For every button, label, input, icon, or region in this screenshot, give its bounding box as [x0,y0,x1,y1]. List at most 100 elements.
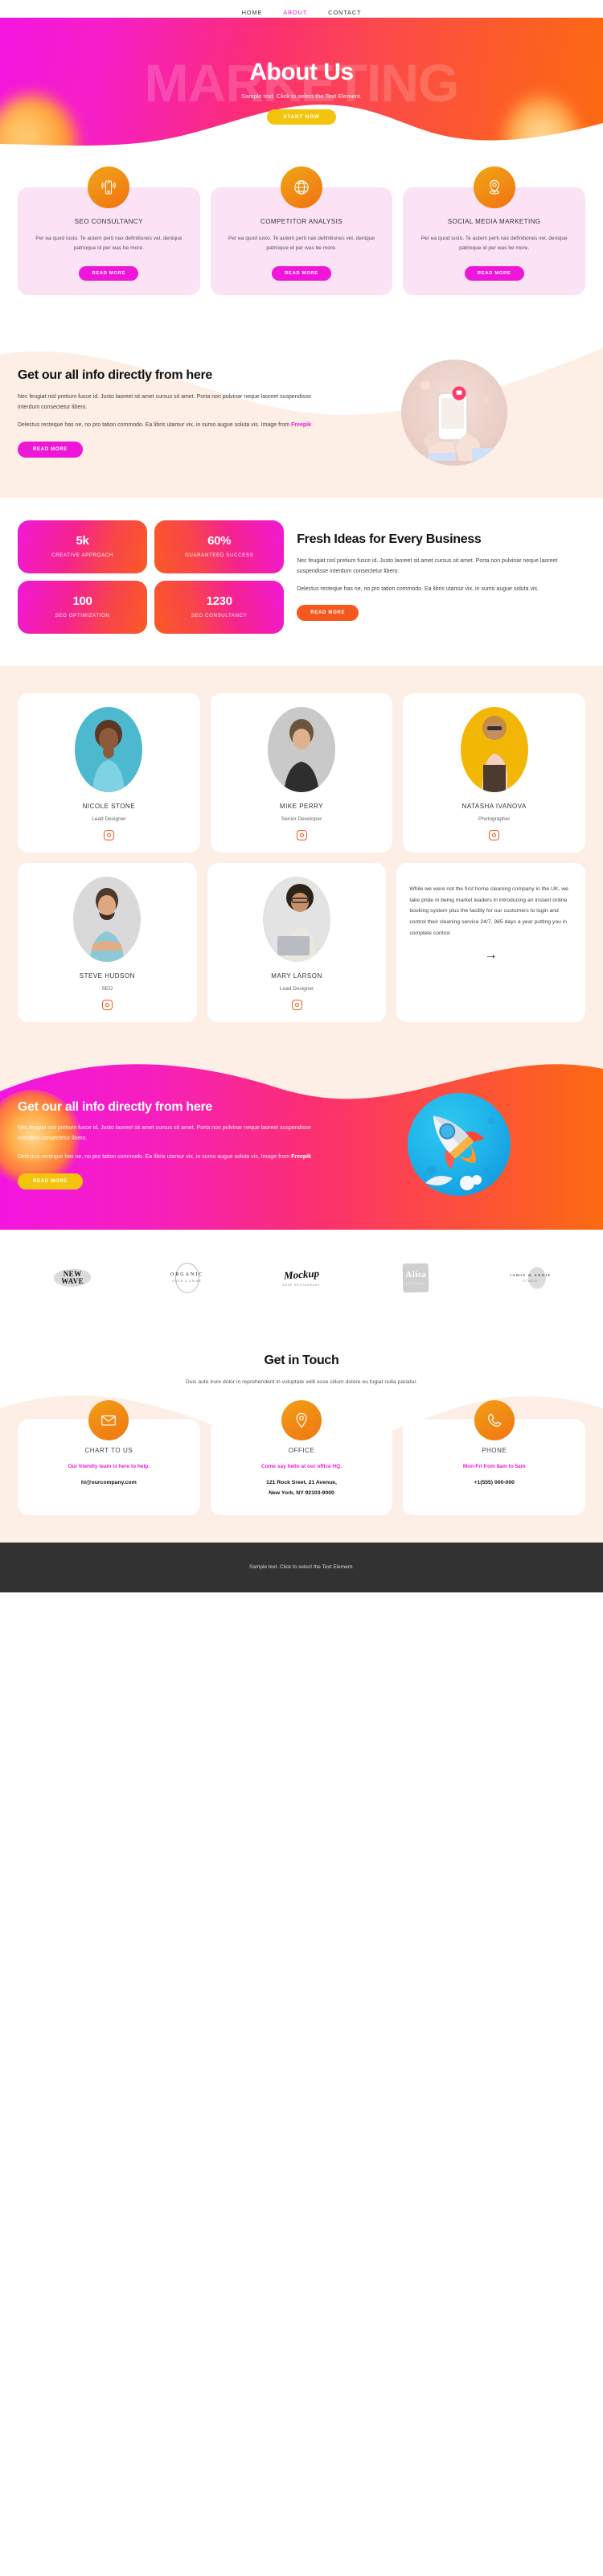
landing-page: HOME ABOUT CONTACT MARKETING About Us Sa… [0,0,603,1592]
info-paragraph-2: Delectus recteque has ne, no pro tation … [18,421,314,431]
stat-label: SEO CONSULTANCY [191,612,248,618]
hand-holding-smartphone-illustration [400,359,507,466]
nav-item-contact[interactable]: CONTACT [328,9,361,16]
rocket-illustration [408,1092,511,1196]
mobile-signal-icon [88,166,130,208]
team-row: NICOLE STONE Lead Designer MIKE PERRY Se… [18,692,586,853]
testimonial-text: While we were not the first home cleanin… [409,885,568,937]
avatar [75,706,143,792]
page-footer: Sample text. Click to select the Text El… [0,1542,603,1592]
team-member-name: STEVE HUDSON [79,972,135,980]
map-pin-icon [281,1400,322,1441]
contact-card-value[interactable]: hi@ourcompany.com [26,1478,192,1489]
freepik-link[interactable]: Freepik [291,422,311,428]
team-row: STEVE HUDSON SEO MARY LARSON Lead Design… [18,862,586,1022]
logo-line-1: Mockup [283,1267,320,1282]
logo-line-1: JAMIE & ANNIE [510,1272,552,1277]
start-now-button[interactable]: START NOW [267,109,336,125]
service-title: COMPETITOR ANALYSIS [260,218,343,225]
partner-logo: Mockup BAKE RESTAURANT [247,1262,356,1294]
instagram-icon[interactable] [103,829,114,840]
instagram-icon[interactable] [296,829,307,840]
service-card[interactable]: SOCIAL MEDIA MARKETING Per ea quod iusto… [403,166,586,296]
instagram-icon[interactable] [291,999,302,1010]
avatar [263,876,330,962]
service-body: Per ea quod iusto. Te autem perti nax de… [35,236,183,252]
cta-read-more-button[interactable]: READ MORE [18,1173,83,1189]
team-member-card[interactable]: STEVE HUDSON SEO [18,862,197,1022]
stat-card: 1230 SEO CONSULTANCY [154,580,285,634]
team-member-card[interactable]: MIKE PERRY Senior Developer [210,692,393,853]
contact-card-value: 121 Rock Sreet, 21 Avenue, New York, NY … [266,1480,337,1497]
team-member-card[interactable]: NICOLE STONE Lead Designer [18,692,200,853]
avatar [73,876,142,962]
read-more-button[interactable]: READ MORE [79,266,139,281]
team-member-role: Lead Designer [279,985,314,992]
logo-line-1: Alisa [405,1269,427,1280]
main-navigation: HOME ABOUT CONTACT [0,0,603,18]
stat-card: 5k CREATIVE APPROACH [18,520,148,573]
contact-card: OFFICE Come say hello at our office HQ. … [210,1400,393,1515]
read-more-button[interactable]: READ MORE [272,266,331,281]
team-member-card[interactable]: MARY LARSON Lead Designer [207,862,387,1022]
envelope-icon [88,1400,129,1441]
stat-number: 60% [207,534,232,548]
service-card[interactable]: SEO CONSULTANCY Per ea quod iusto. Te au… [18,166,200,296]
team-member-card[interactable]: NATASHA IVANOVA Photographer [403,692,586,853]
logo-line-1: ORGANIC [170,1272,204,1278]
footer-text: Sample text. Click to select the Text El… [249,1564,354,1571]
contact-card-title: CHART TO US [84,1447,133,1455]
stats-paragraph-1: Nec feugiat nisl pretium fusce id. Justo… [297,557,558,574]
contact-heading: Get in Touch [264,1353,339,1367]
logo-sub: BAKE RESTAURANT [282,1284,321,1288]
testimonial-card: While we were not the first home cleanin… [396,862,586,1022]
service-title: SOCIAL MEDIA MARKETING [447,218,541,225]
cta-paragraph-2-text: Delectus recteque has ne, no pro tation … [18,1153,292,1160]
arrow-right-icon[interactable]: → [409,949,572,962]
stat-label: CREATIVE APPROACH [51,553,113,559]
stats-section: 5k CREATIVE APPROACH 60% GUARANTEED SUCC… [0,498,603,666]
avatar [268,706,335,792]
stats-heading: Fresh Ideas for Every Business [297,532,482,547]
read-more-button[interactable]: READ MORE [464,266,524,281]
logo-line-2: WAVE [61,1276,84,1285]
contact-card-title: OFFICE [288,1447,315,1455]
team-member-name: NICOLE STONE [82,802,136,810]
services-section: SEO CONSULTANCY Per ea quod iusto. Te au… [0,150,603,331]
stats-grid: 5k CREATIVE APPROACH 60% GUARANTEED SUCC… [18,520,285,634]
contact-card-tagline: Come say hello at our office HQ. [260,1464,343,1470]
stat-card: 60% GUARANTEED SUCCESS [154,520,285,573]
team-member-name: MIKE PERRY [279,802,324,810]
cta-section: Get our all info directly from here Nec … [0,1054,603,1230]
service-body: Per ea quod iusto. Te autem perti nax de… [228,236,375,252]
hero-section: MARKETING About Us Sample text. Click to… [0,18,603,150]
stats-paragraph-2: Delectus recteque has ne, no pro tation … [297,586,539,593]
logo-sub: STUDIO [523,1279,539,1283]
stat-label: SEO OPTIMIZATION [55,612,110,618]
info-read-more-button[interactable]: READ MORE [18,442,83,458]
freepik-link[interactable]: Freepik [291,1154,311,1160]
logo-sub: BOUTIQUE [405,1281,427,1285]
stat-number: 5k [76,534,89,548]
nav-item-about[interactable]: ABOUT [283,9,307,16]
nav-item-home[interactable]: HOME [242,9,263,16]
avatar [460,706,528,792]
team-member-name: MARY LARSON [271,972,322,980]
instagram-icon[interactable] [489,829,500,840]
stats-read-more-button[interactable]: READ MORE [297,605,359,622]
team-member-name: NATASHA IVANOVA [461,802,527,810]
partner-logo: Alisa BOUTIQUE [361,1262,470,1294]
hero-subtitle: Sample text. Click to select the Text El… [241,92,362,100]
service-card[interactable]: COMPETITOR ANALYSIS Per ea quod iusto. T… [210,166,393,296]
stat-card: 100 SEO OPTIMIZATION [18,580,148,634]
team-section: NICOLE STONE Lead Designer MIKE PERRY Se… [0,665,603,1054]
contact-card-value[interactable]: +1(555) 000-000 [411,1478,577,1489]
contact-card-tagline: Mon-Fri from 8am to 5am [462,1464,526,1470]
stat-label: GUARANTEED SUCCESS [184,553,254,559]
partner-logo: JAMIE & ANNIE STUDIO [476,1262,585,1294]
page-title: About Us [249,59,354,85]
team-member-role: Photographer [478,816,511,822]
instagram-icon[interactable] [101,999,113,1010]
contact-card: CHART TO US Our friendly team is here to… [18,1400,200,1515]
cta-heading: Get our all info directly from here [18,1099,212,1114]
